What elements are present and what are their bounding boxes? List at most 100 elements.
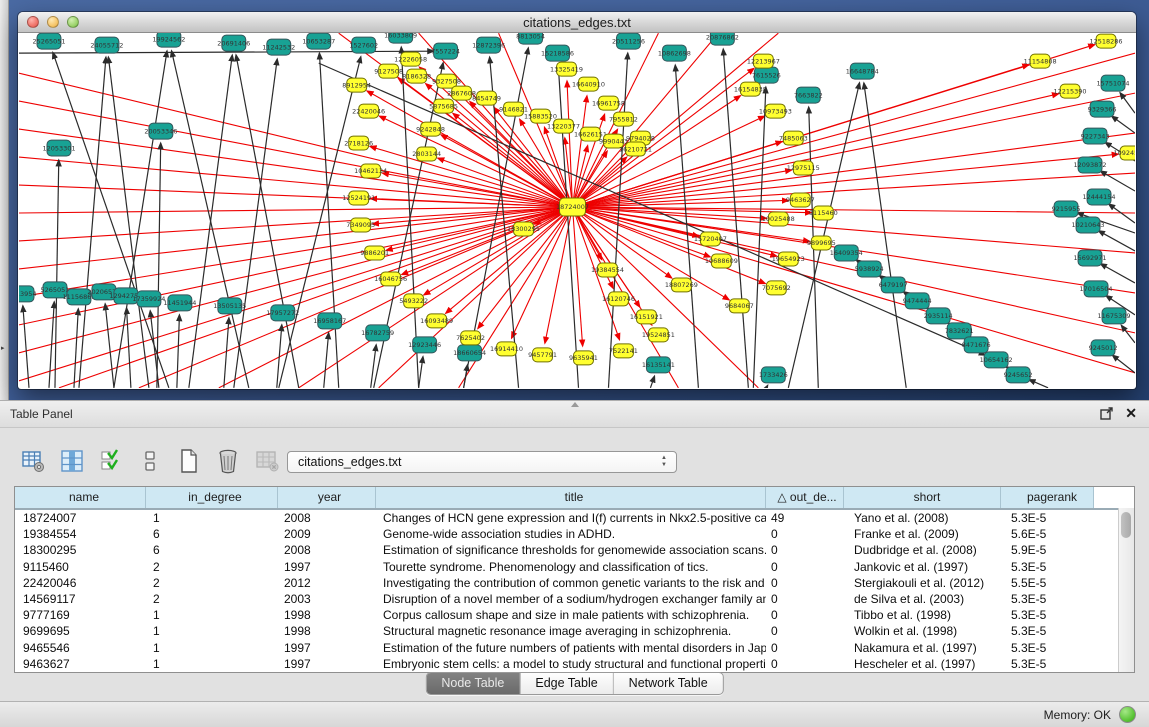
table-cell: 0 bbox=[766, 542, 844, 558]
graph-edge bbox=[157, 143, 161, 388]
table-row[interactable]: 969969511998Structural magnetic resonanc… bbox=[15, 623, 1134, 639]
graph-edge bbox=[139, 207, 573, 388]
table-row[interactable]: 1830029562008Estimation of significance … bbox=[15, 542, 1134, 558]
column-header[interactable]: in_degree bbox=[146, 487, 278, 508]
graph-edge bbox=[1029, 380, 1048, 388]
splitter-handle-icon[interactable] bbox=[571, 402, 579, 407]
tab-node-table[interactable]: Node Table bbox=[426, 673, 520, 694]
tab-edge-table[interactable]: Edge Table bbox=[520, 673, 613, 694]
graph-edge bbox=[172, 51, 249, 388]
table-row[interactable]: 946554611997Estimation of the future num… bbox=[15, 640, 1134, 656]
column-header[interactable]: year bbox=[278, 487, 376, 508]
graph-node-label: 8912954 bbox=[342, 81, 371, 89]
table-row[interactable]: 977716911998Corpus callosum shape and si… bbox=[15, 607, 1134, 623]
table-settings-icon[interactable] bbox=[20, 448, 46, 474]
table-cell: 2009 bbox=[278, 526, 376, 542]
graph-node-label: 18300295 bbox=[507, 225, 540, 233]
column-header[interactable]: △ out_de... bbox=[766, 487, 844, 508]
panel-expand-arrow-icon[interactable]: ▸ bbox=[1, 344, 5, 352]
graph-node-label: 16961758 bbox=[592, 99, 625, 107]
network-canvas-svg[interactable]: 1872400725265051240557121992456220691406… bbox=[19, 33, 1135, 388]
graph-node-label: 25265051 bbox=[32, 37, 65, 45]
table-cell: 0 bbox=[766, 591, 844, 607]
table-rows: 1872400712008Changes of HCN gene express… bbox=[15, 510, 1134, 672]
vertical-scrollbar[interactable] bbox=[1118, 508, 1134, 672]
column-header[interactable]: title bbox=[376, 487, 766, 508]
table-cell: Structural magnetic resonance image aver… bbox=[376, 623, 766, 639]
graph-edge bbox=[319, 53, 338, 388]
column-header[interactable]: name bbox=[15, 487, 146, 508]
table-panel-header[interactable]: Table Panel ✕ bbox=[0, 400, 1149, 428]
collapsed-side-panel[interactable]: ▸ bbox=[0, 0, 9, 400]
graph-node-label: 3913954 bbox=[19, 290, 36, 298]
close-panel-icon[interactable]: ✕ bbox=[1125, 405, 1137, 421]
graph-node-label: 2718126 bbox=[344, 139, 373, 147]
graph-edge bbox=[1112, 355, 1135, 373]
float-panel-icon[interactable] bbox=[1100, 407, 1113, 420]
memory-status-icon[interactable] bbox=[1119, 706, 1136, 723]
network-window[interactable]: citations_edges.txt 18724007252650512405… bbox=[18, 12, 1136, 389]
graph-node-label: 9635941 bbox=[569, 354, 598, 362]
graph-edge bbox=[74, 309, 78, 388]
graph-node-label: 17016504 bbox=[1080, 285, 1113, 293]
table-row[interactable]: 1938455462009Genome-wide association stu… bbox=[15, 526, 1134, 542]
graph-edge bbox=[236, 55, 299, 388]
table-cell: Wolkin et al. (1998) bbox=[844, 623, 1001, 639]
table-cell: 18724007 bbox=[15, 510, 146, 526]
graph-node-label: 17359924 bbox=[132, 295, 165, 303]
graph-node-label: 15883520 bbox=[524, 112, 557, 120]
graph-node-label: 15751074 bbox=[1097, 79, 1130, 87]
graph-node-label: 9215955 bbox=[1052, 205, 1081, 213]
header-filler bbox=[1094, 487, 1134, 508]
table-cell: 6 bbox=[146, 542, 278, 558]
table-cell: 18300295 bbox=[15, 542, 146, 558]
select-columns-icon[interactable] bbox=[59, 448, 85, 474]
graph-node-label: 16914410 bbox=[490, 345, 523, 353]
graph-node-label: 8454749 bbox=[472, 94, 501, 102]
table-cell: 49 bbox=[766, 510, 844, 526]
table-cell: 5.3E-5 bbox=[1001, 607, 1094, 623]
graph-node-label: 16135141 bbox=[642, 361, 675, 369]
network-canvas[interactable]: 1872400725265051240557121992456220691406… bbox=[19, 33, 1135, 388]
network-window-titlebar[interactable]: citations_edges.txt bbox=[18, 12, 1136, 33]
zoom-window-icon[interactable] bbox=[67, 16, 79, 28]
graph-node-label: 12226058 bbox=[394, 55, 427, 63]
table-row[interactable]: 2242004622012Investigating the contribut… bbox=[15, 575, 1134, 591]
table-row[interactable]: 946362711997Embryonic stem cells: a mode… bbox=[15, 656, 1134, 672]
table-cell: Jankovic et al. (1997) bbox=[844, 559, 1001, 575]
table-cell: Estimation of significance thresholds fo… bbox=[376, 542, 766, 558]
graph-edge bbox=[766, 385, 767, 387]
graph-node-label: 9990443 bbox=[599, 137, 628, 145]
graph-node-label: 9227343 bbox=[1081, 132, 1110, 140]
table-cell: 6 bbox=[146, 526, 278, 542]
table-cell: Investigating the contribution of common… bbox=[376, 575, 766, 591]
tab-network-table[interactable]: Network Table bbox=[614, 673, 723, 694]
merge-tables-icon[interactable] bbox=[137, 448, 163, 474]
graph-node-label: 16409354 bbox=[830, 249, 863, 257]
table-row[interactable]: 1872400712008Changes of HCN gene express… bbox=[15, 510, 1134, 526]
graph-edge bbox=[1099, 231, 1135, 251]
combo-stepper-icon[interactable]: ▲▼ bbox=[661, 455, 667, 469]
new-file-icon[interactable] bbox=[176, 448, 202, 474]
close-window-icon[interactable] bbox=[27, 16, 39, 28]
minimize-window-icon[interactable] bbox=[47, 16, 59, 28]
graph-node-label: 16046756 bbox=[374, 275, 407, 283]
table-selector-combobox[interactable]: citations_edges.txt ▲▼ bbox=[287, 451, 677, 473]
graph-node-label: 11242532 bbox=[262, 43, 295, 51]
table-row[interactable]: 1456911722003Disruption of a novel membe… bbox=[15, 591, 1134, 607]
table-cell: 0 bbox=[766, 656, 844, 672]
scrollbar-thumb[interactable] bbox=[1121, 512, 1131, 538]
column-header[interactable]: short bbox=[844, 487, 1001, 508]
graph-node-label: 9242848 bbox=[416, 125, 445, 133]
table-cell: 1998 bbox=[278, 623, 376, 639]
graph-node-label: 8471676 bbox=[962, 341, 991, 349]
delete-icon[interactable] bbox=[215, 448, 241, 474]
graph-node-label: 16151921 bbox=[630, 313, 663, 321]
column-header[interactable]: pagerank bbox=[1001, 487, 1094, 508]
graph-node-label: 10688609 bbox=[705, 257, 738, 265]
select-rows-icon[interactable] bbox=[98, 448, 124, 474]
table-row[interactable]: 911546021997Tourette syndrome. Phenomeno… bbox=[15, 559, 1134, 575]
graph-node-label: 9886201 bbox=[360, 249, 389, 257]
graph-edge bbox=[19, 207, 573, 325]
graph-node-label: 9463627 bbox=[786, 196, 815, 204]
